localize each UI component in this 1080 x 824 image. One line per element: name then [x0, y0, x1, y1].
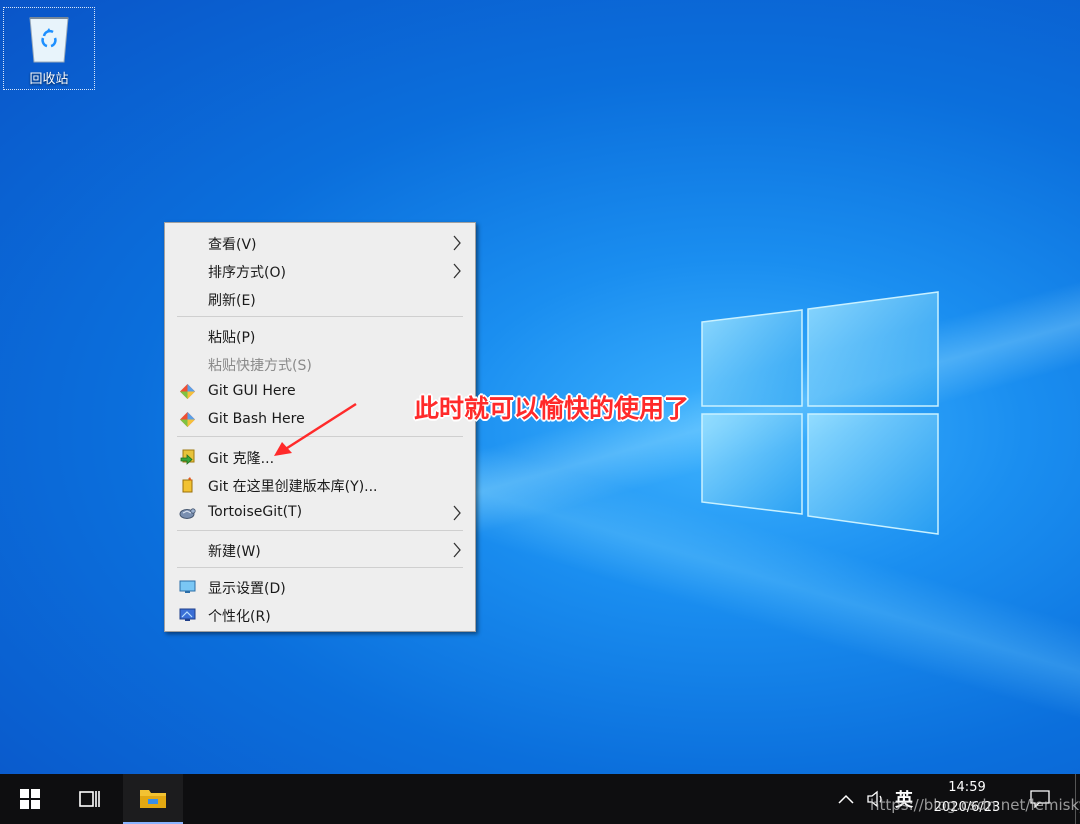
menu-item-label: 粘贴快捷方式(S) [208, 358, 312, 374]
menu-separator [177, 316, 463, 317]
menu-item-label: 个性化(R) [208, 609, 271, 625]
show-hidden-icons-button[interactable] [838, 774, 860, 824]
submenu-arrow-icon [453, 263, 461, 279]
display-settings-icon [179, 580, 196, 593]
menu-item-label: TortoiseGit(T) [208, 504, 303, 520]
menu-item-paste[interactable]: 粘贴(P) [166, 322, 474, 349]
menu-item-git-create-repo[interactable]: Git 在这里创建版本库(Y)... [166, 471, 474, 498]
start-button[interactable] [0, 774, 60, 824]
annotation-text: 此时就可以愉快的使用了 [414, 394, 690, 423]
menu-item-new[interactable]: 新建(W) [166, 536, 474, 563]
recycle-bin-icon [29, 17, 69, 63]
menu-item-label: Git 在这里创建版本库(Y)... [208, 479, 378, 495]
git-bash-icon [180, 412, 195, 427]
menu-item-label: Git GUI Here [208, 383, 296, 399]
git-create-repo-icon [182, 477, 193, 493]
folder-icon [140, 790, 166, 808]
chevron-up-icon [838, 794, 854, 804]
submenu-arrow-icon [453, 235, 461, 251]
menu-item-tortoisegit[interactable]: TortoiseGit(T) [166, 499, 474, 526]
task-view-icon [79, 791, 100, 807]
menu-item-refresh[interactable]: 刷新(E) [166, 285, 474, 312]
menu-item-label: 显示设置(D) [208, 581, 286, 597]
annotation-arrow-icon [274, 402, 357, 456]
windows-wallpaper-logo [701, 291, 939, 535]
menu-separator [177, 530, 463, 531]
recycle-bin-label: 回收站 [29, 72, 69, 87]
menu-item-label: 刷新(E) [208, 293, 256, 309]
watermark-text: https://blog.csdn.net/lemisky [870, 796, 1080, 814]
recycle-bin-desktop-icon[interactable]: 回收站 [3, 7, 95, 90]
menu-item-display-settings[interactable]: 显示设置(D) [166, 573, 474, 600]
menu-separator [177, 567, 463, 568]
menu-item-label: 新建(W) [208, 544, 261, 560]
personalize-icon [179, 608, 196, 621]
git-gui-icon [180, 384, 195, 399]
submenu-arrow-icon [453, 542, 461, 558]
menu-item-personalize[interactable]: 个性化(R) [166, 601, 474, 628]
menu-item-label: 排序方式(O) [208, 265, 286, 281]
menu-item-paste-shortcut[interactable]: 粘贴快捷方式(S) [166, 350, 474, 377]
git-clone-icon [180, 449, 195, 465]
tortoisegit-icon [179, 508, 196, 519]
menu-item-view[interactable]: 查看(V) [166, 229, 474, 256]
submenu-arrow-icon [453, 505, 461, 521]
task-view-button[interactable] [60, 774, 120, 824]
menu-item-sort-by[interactable]: 排序方式(O) [166, 257, 474, 284]
menu-item-label: 粘贴(P) [208, 330, 256, 346]
windows-start-icon [20, 789, 40, 809]
menu-item-label: 查看(V) [208, 237, 257, 253]
clock-time: 14:59 [948, 780, 986, 795]
file-explorer-button[interactable] [123, 774, 183, 824]
menu-item-label: Git 克隆... [208, 451, 275, 467]
